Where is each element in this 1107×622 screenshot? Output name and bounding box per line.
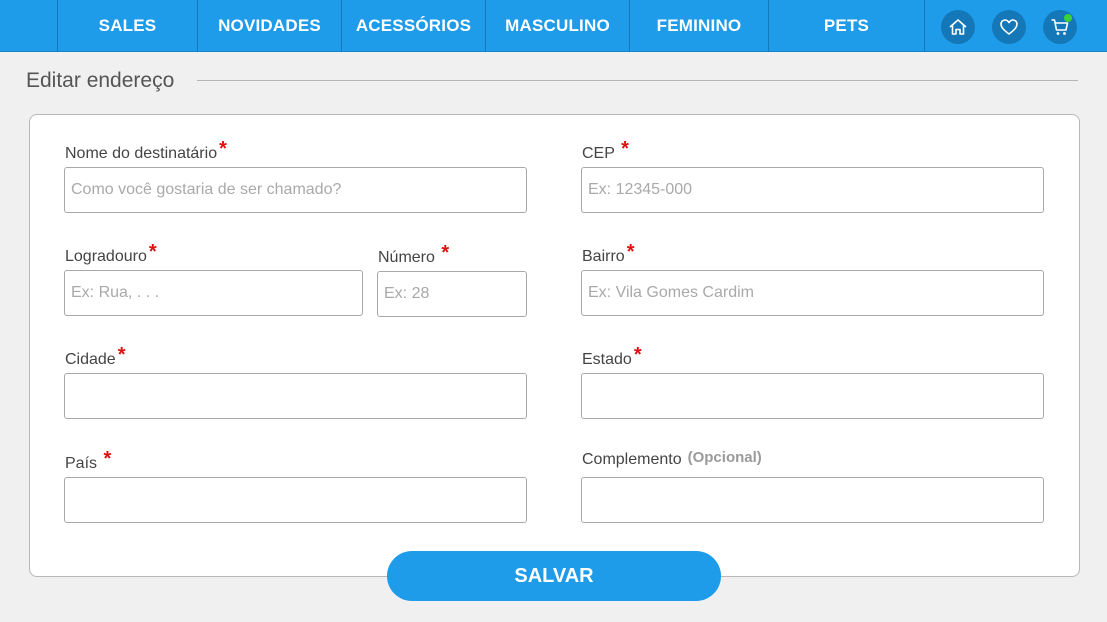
number-label: Número * bbox=[378, 242, 450, 266]
cep-input[interactable] bbox=[581, 167, 1044, 213]
favorites-button[interactable] bbox=[992, 10, 1026, 44]
nav-item-sales[interactable]: SALES bbox=[57, 0, 197, 52]
number-input[interactable] bbox=[377, 271, 527, 317]
street-input[interactable] bbox=[64, 270, 363, 316]
state-label: Estado * bbox=[582, 344, 642, 368]
optional-hint: (Opcional) bbox=[687, 449, 762, 466]
title-divider bbox=[197, 80, 1078, 81]
city-input[interactable] bbox=[64, 373, 527, 419]
nav-item-masculino[interactable]: MASCULINO bbox=[485, 0, 629, 52]
recipient-name-input[interactable] bbox=[64, 167, 527, 213]
required-mark: * bbox=[621, 138, 629, 160]
city-label: Cidade * bbox=[65, 344, 126, 368]
required-mark: * bbox=[148, 241, 157, 263]
page-title: Editar endereço bbox=[26, 69, 175, 92]
required-mark: * bbox=[117, 344, 126, 366]
required-mark: * bbox=[626, 241, 635, 263]
nav-item-acessorios[interactable]: ACESSÓRIOS bbox=[341, 0, 485, 52]
recipient-label: Nome do destinatário * bbox=[65, 138, 227, 162]
nav-item-feminino[interactable]: FEMININO bbox=[629, 0, 768, 52]
home-icon bbox=[949, 19, 967, 35]
required-mark: * bbox=[103, 448, 112, 470]
required-mark: * bbox=[219, 138, 227, 160]
cart-badge bbox=[1064, 14, 1072, 22]
cart-button[interactable] bbox=[1043, 10, 1077, 44]
complement-input[interactable] bbox=[581, 477, 1044, 523]
nav-item-novidades[interactable]: NOVIDADES bbox=[197, 0, 341, 52]
home-button[interactable] bbox=[941, 10, 975, 44]
state-input[interactable] bbox=[581, 373, 1044, 419]
country-input[interactable] bbox=[64, 477, 527, 523]
country-label: País * bbox=[65, 448, 112, 472]
required-mark: * bbox=[633, 344, 642, 366]
cep-label: CEP * bbox=[582, 138, 629, 162]
required-mark: * bbox=[441, 242, 450, 264]
heart-icon bbox=[1000, 19, 1018, 35]
district-label: Bairro * bbox=[582, 241, 635, 265]
nav-item-pets[interactable]: PETS bbox=[768, 0, 925, 52]
street-label: Logradouro * bbox=[65, 241, 157, 265]
district-input[interactable] bbox=[581, 270, 1044, 316]
complement-label: Complemento (Opcional) bbox=[582, 449, 762, 468]
save-button[interactable]: SALVAR bbox=[387, 551, 721, 601]
top-navigation-bar: SALES NOVIDADES ACESSÓRIOS MASCULINO FEM… bbox=[0, 0, 1107, 52]
